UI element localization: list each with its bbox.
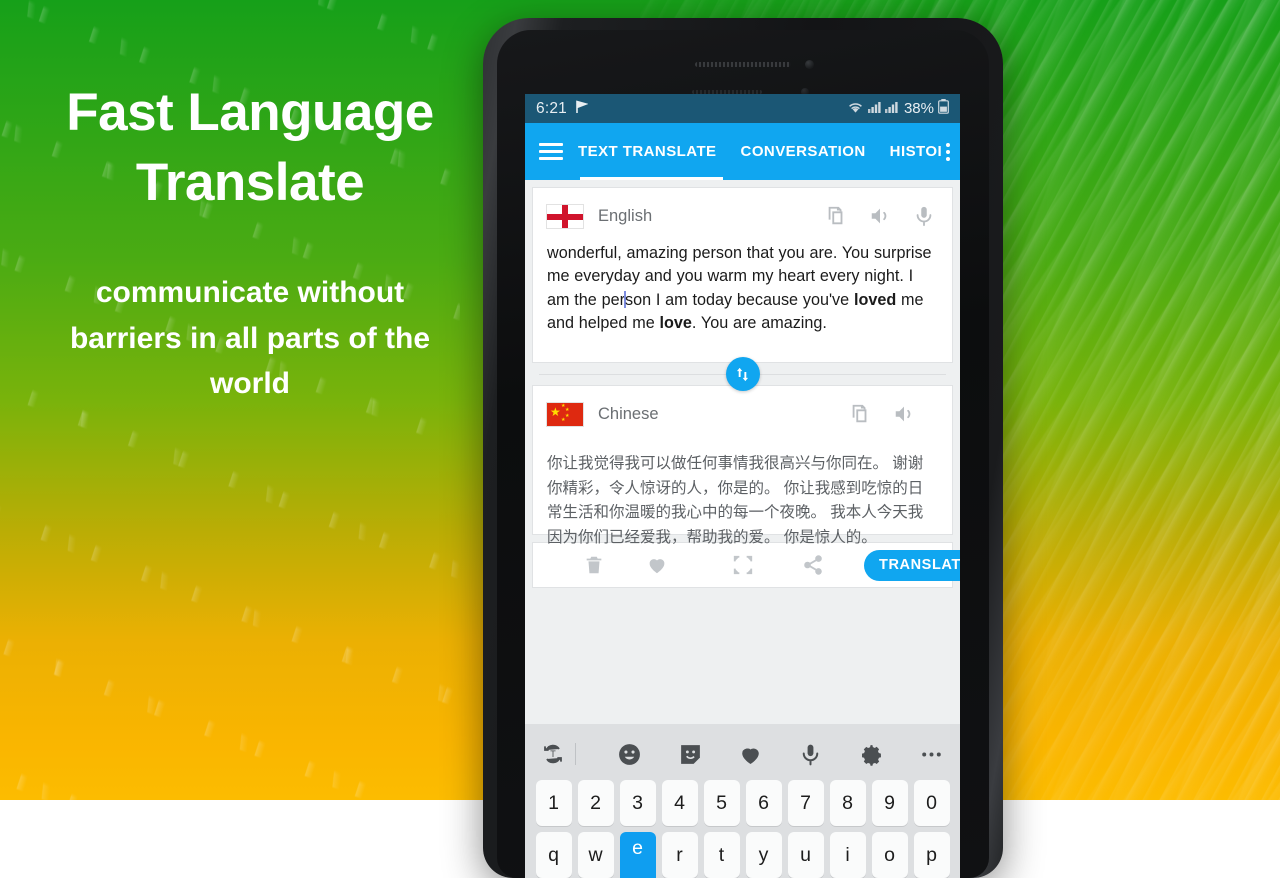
source-text-part-4: . You are amazing. xyxy=(692,314,827,332)
emoji-icon[interactable] xyxy=(617,742,642,767)
key-5[interactable]: 5 xyxy=(704,780,740,826)
fullscreen-icon[interactable] xyxy=(732,554,754,576)
front-camera xyxy=(805,60,814,69)
translate-button[interactable]: TRANSLATE xyxy=(864,550,960,581)
source-text-scroll[interactable]: happy to be with you. Thank you for bein… xyxy=(533,244,952,362)
more-horizontal-icon[interactable] xyxy=(919,742,944,767)
keyboard-toolbar: T xyxy=(525,728,960,780)
star-icon: ★ xyxy=(565,414,569,419)
status-bar: 6:21 38% xyxy=(525,94,960,123)
trash-icon[interactable] xyxy=(583,554,605,576)
translate-toolbar-icon[interactable]: T xyxy=(541,742,565,766)
phone-device-frame: 6:21 38% T xyxy=(483,18,1003,878)
swap-languages-zone xyxy=(532,363,953,385)
translate-panel: English happy to be with yo xyxy=(525,180,960,724)
target-language-row[interactable]: ★ ★ ★ ★ ★ Chinese xyxy=(533,386,952,442)
on-screen-keyboard: T xyxy=(525,724,960,878)
key-p[interactable]: p xyxy=(914,832,950,878)
signal-bars-icon xyxy=(868,100,881,118)
volume-up-icon[interactable] xyxy=(869,205,891,227)
status-time: 6:21 xyxy=(536,100,567,118)
signal-bars-icon xyxy=(885,100,898,118)
star-icon: ★ xyxy=(565,408,569,413)
key-4[interactable]: 4 xyxy=(662,780,698,826)
key-e[interactable]: e xyxy=(620,832,656,878)
heart-icon[interactable] xyxy=(646,554,668,576)
flag-icon xyxy=(575,100,588,117)
key-o[interactable]: o xyxy=(872,832,908,878)
copy-icon[interactable] xyxy=(825,205,847,227)
keyboard-row-numbers: 1234567890 xyxy=(525,780,960,826)
share-icon[interactable] xyxy=(802,554,824,576)
hamburger-menu-icon[interactable] xyxy=(539,143,563,160)
battery-icon xyxy=(938,99,949,118)
key-t[interactable]: t xyxy=(704,832,740,878)
target-text[interactable]: 你让我觉得我可以做任何事情我很高兴与你同在。 谢谢你精彩，令人惊讶的人，你是的。… xyxy=(533,442,952,550)
key-q[interactable]: q xyxy=(536,832,572,878)
status-indicators: 38% xyxy=(847,99,949,118)
source-text-bold-2: love xyxy=(660,314,692,332)
source-text-bold-1: loved xyxy=(854,291,896,309)
app-bar: TEXT TRANSLATE CONVERSATION HISTOI xyxy=(525,123,960,180)
tab-conversation[interactable]: CONVERSATION xyxy=(740,143,867,160)
key-u[interactable]: u xyxy=(788,832,824,878)
target-actions xyxy=(849,403,939,425)
settings-gear-icon[interactable] xyxy=(859,742,884,767)
gif-heart-icon[interactable] xyxy=(738,742,763,767)
source-language-row[interactable]: English xyxy=(533,188,952,244)
key-y[interactable]: y xyxy=(746,832,782,878)
svg-text:T: T xyxy=(550,749,556,759)
source-language-card: English happy to be with yo xyxy=(532,187,953,363)
key-7[interactable]: 7 xyxy=(788,780,824,826)
microphone-icon[interactable] xyxy=(913,205,935,227)
microphone-icon[interactable] xyxy=(798,742,823,767)
keyboard-row-qwerty: qwertyuiop xyxy=(525,832,960,878)
target-language-label[interactable]: Chinese xyxy=(598,405,659,424)
key-i[interactable]: i xyxy=(830,832,866,878)
tab-history[interactable]: HISTOI xyxy=(889,143,943,160)
earpiece-speaker xyxy=(695,62,791,67)
promo-copy: Fast Language Translate communicate with… xyxy=(0,78,500,407)
star-icon: ★ xyxy=(561,418,565,423)
star-icon: ★ xyxy=(550,406,561,418)
more-vertical-icon[interactable] xyxy=(946,143,950,161)
wifi-icon xyxy=(847,100,864,118)
copy-icon[interactable] xyxy=(849,403,871,425)
source-text[interactable]: happy to be with you. Thank you for bein… xyxy=(533,244,952,336)
swap-vertical-icon[interactable] xyxy=(726,357,760,391)
phone-screen: 6:21 38% T xyxy=(525,94,960,878)
source-text-part-2: son I am today because you've xyxy=(625,291,854,309)
key-w[interactable]: w xyxy=(578,832,614,878)
key-2[interactable]: 2 xyxy=(578,780,614,826)
key-r[interactable]: r xyxy=(662,832,698,878)
key-6[interactable]: 6 xyxy=(746,780,782,826)
source-language-label[interactable]: English xyxy=(598,207,652,226)
tab-text-translate[interactable]: TEXT TRANSLATE xyxy=(577,143,718,160)
divider xyxy=(575,743,576,765)
source-actions xyxy=(825,205,939,227)
key-0[interactable]: 0 xyxy=(914,780,950,826)
promo-subtitle: communicate without barriers in all part… xyxy=(0,270,500,407)
volume-up-icon[interactable] xyxy=(893,403,915,425)
target-language-card: ★ ★ ★ ★ ★ Chinese xyxy=(532,385,953,535)
key-3[interactable]: 3 xyxy=(620,780,656,826)
england-flag-icon xyxy=(546,204,584,229)
china-flag-icon: ★ ★ ★ ★ ★ xyxy=(546,402,584,427)
key-1[interactable]: 1 xyxy=(536,780,572,826)
promo-title: Fast Language Translate xyxy=(0,78,500,218)
key-9[interactable]: 9 xyxy=(872,780,908,826)
battery-percent: 38% xyxy=(904,100,934,117)
key-8[interactable]: 8 xyxy=(830,780,866,826)
sticker-icon[interactable] xyxy=(678,742,703,767)
